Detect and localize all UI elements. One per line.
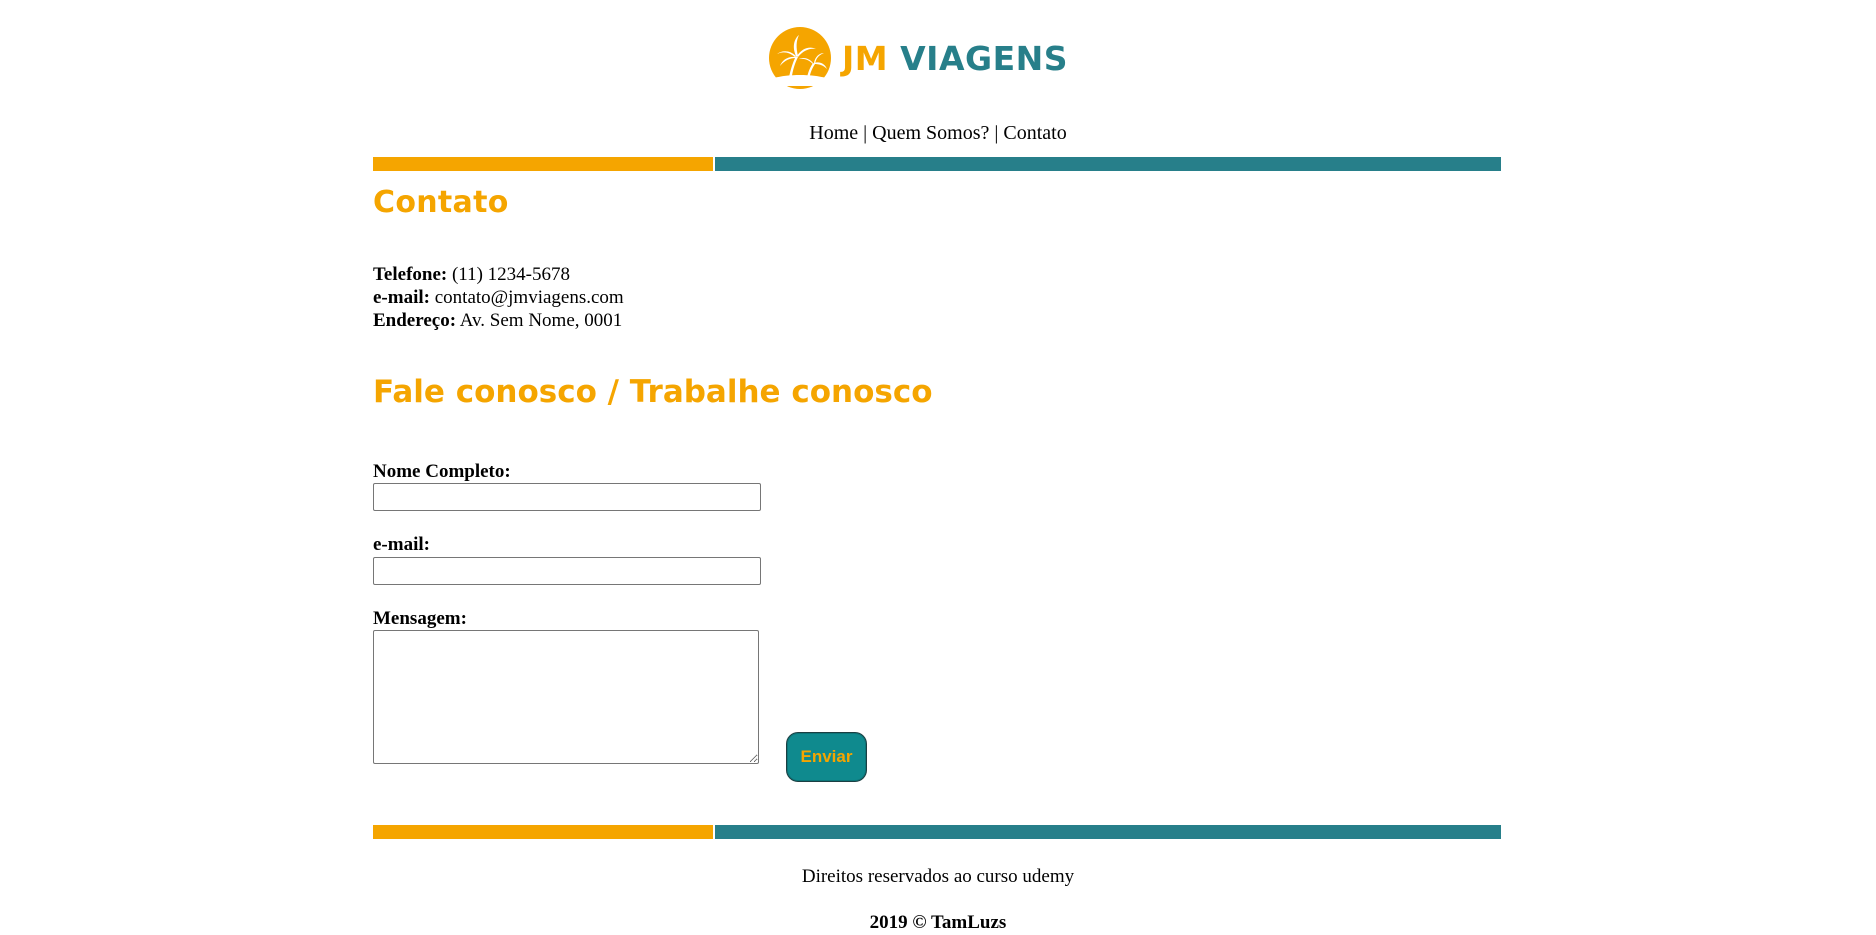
address-value: Av. Sem Nome, 0001 [459, 310, 623, 331]
nav-contato-link[interactable]: Contato [1003, 122, 1066, 144]
nav-quem-somos-link[interactable]: Quem Somos? [872, 122, 989, 144]
phone-value: (11) 1234-5678 [451, 264, 571, 285]
nav-home-link[interactable]: Home [809, 122, 858, 144]
footer-divider [373, 825, 1501, 839]
page: JM VIAGENS Home | Quem Somos? | Contato … [0, 0, 1876, 935]
nav-separator: | [994, 122, 999, 144]
divider-orange-segment [373, 157, 715, 171]
brand-name-part2: VIAGENS [900, 38, 1068, 78]
email-field-label: e-mail: [373, 534, 430, 555]
brand-name-part1: JM [842, 38, 889, 78]
contato-title: Contato [373, 185, 509, 220]
phone-line: Telefone: (11) 1234-5678 [373, 263, 624, 286]
contact-info: Telefone: (11) 1234-5678 e-mail: contato… [373, 263, 624, 332]
footer-copyright: 2019 © TamLuzs [869, 912, 1007, 933]
brand-logo[interactable]: JM VIAGENS [768, 26, 1068, 90]
email-label: e-mail: [373, 287, 430, 308]
message-textarea[interactable] [373, 630, 759, 764]
send-button[interactable]: Enviar [786, 732, 867, 782]
phone-label: Telefone: [373, 264, 448, 285]
email-line: e-mail: contato@jmviagens.com [373, 286, 624, 309]
divider-teal-segment [715, 157, 1501, 171]
name-input[interactable] [373, 483, 761, 511]
email-input[interactable] [373, 557, 761, 585]
brand-name: JM VIAGENS [842, 42, 1068, 75]
nav-separator: | [863, 122, 868, 144]
divider-orange-segment [373, 825, 715, 839]
address-line: Endereço: Av. Sem Nome, 0001 [373, 309, 624, 332]
name-field-label: Nome Completo: [373, 461, 511, 482]
message-field-label: Mensagem: [373, 608, 467, 629]
main-nav: Home | Quem Somos? | Contato [0, 121, 1876, 145]
email-value: contato@jmviagens.com [434, 287, 624, 308]
divider-teal-segment [715, 825, 1501, 839]
palm-sun-icon [769, 27, 831, 89]
header-divider [373, 157, 1501, 171]
footer-rights: Direitos reservados ao curso udemy [801, 866, 1075, 887]
address-label: Endereço: [373, 310, 457, 331]
form-title: Fale conosco / Trabalhe conosco [373, 374, 933, 410]
